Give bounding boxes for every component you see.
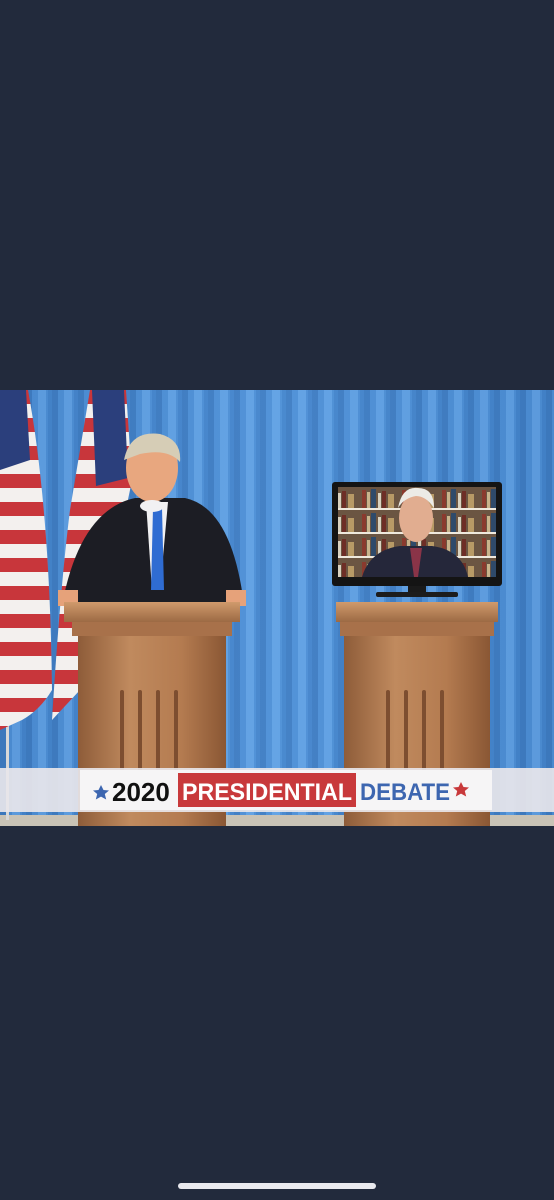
banner-year: 2020 <box>112 777 170 807</box>
tv-monitor <box>332 482 502 597</box>
debate-photo: 2020 PRESIDENTIAL DEBATE <box>0 390 554 826</box>
banner-word-debate: DEBATE <box>360 779 450 806</box>
banner-word-presidential: PRESIDENTIAL <box>182 779 352 806</box>
debate-banner: 2020 PRESIDENTIAL DEBATE <box>0 768 554 812</box>
debate-scene: 2020 PRESIDENTIAL DEBATE <box>0 390 554 826</box>
home-indicator[interactable] <box>178 1183 376 1189</box>
